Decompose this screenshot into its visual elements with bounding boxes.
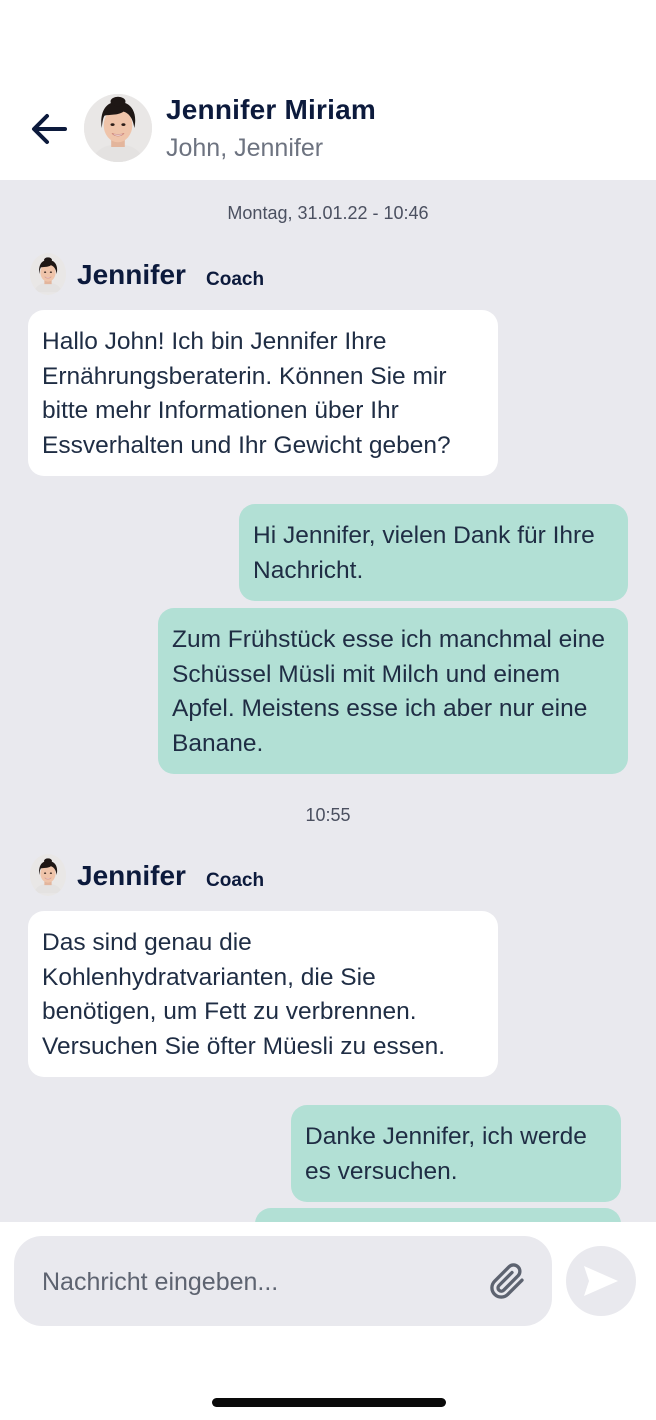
outgoing-message-partial[interactable] xyxy=(255,1208,621,1222)
sender-role-badge: Coach xyxy=(206,269,265,290)
send-button[interactable] xyxy=(566,1246,636,1316)
message-input[interactable] xyxy=(40,1236,474,1328)
avatar[interactable] xyxy=(84,94,152,162)
sender-avatar[interactable] xyxy=(30,253,66,295)
sender-avatar[interactable] xyxy=(30,854,66,896)
chat-members: John, Jennifer xyxy=(166,134,324,162)
message-field[interactable] xyxy=(14,1236,552,1328)
incoming-message[interactable]: Das sind genau die Kohlenhydratvarianten… xyxy=(28,911,498,1077)
send-icon xyxy=(584,1266,618,1296)
date-timestamp: Montag, 31.01.22 - 10:46 xyxy=(227,203,429,223)
arrow-left-icon xyxy=(32,114,67,144)
chat-header: Jennifer Miriam John, Jennifer xyxy=(0,0,656,180)
outgoing-message[interactable]: Hi Jennifer, vielen Dank für Ihre Nachri… xyxy=(239,504,628,601)
incoming-message[interactable]: Hallo John! Ich bin Jennifer Ihre Ernähr… xyxy=(28,310,498,476)
sender-name: Jennifer xyxy=(77,259,186,290)
home-indicator xyxy=(212,1398,446,1407)
back-button[interactable] xyxy=(26,106,72,152)
sender-role-badge: Coach xyxy=(206,870,265,891)
composer-bar xyxy=(0,1222,656,1420)
attach-button[interactable] xyxy=(486,1260,528,1302)
paperclip-icon xyxy=(490,1263,524,1299)
outgoing-message[interactable]: Danke Jennifer, ich werde es versuchen. xyxy=(291,1105,621,1202)
chat-title: Jennifer Miriam xyxy=(166,94,376,125)
outgoing-message[interactable]: Zum Frühstück esse ich manchmal eine Sch… xyxy=(158,608,628,774)
message-list[interactable]: Montag, 31.01.22 - 10:46 Jennifer Coach … xyxy=(0,180,656,1222)
time-timestamp: 10:55 xyxy=(305,805,351,825)
sender-name: Jennifer xyxy=(77,860,186,891)
